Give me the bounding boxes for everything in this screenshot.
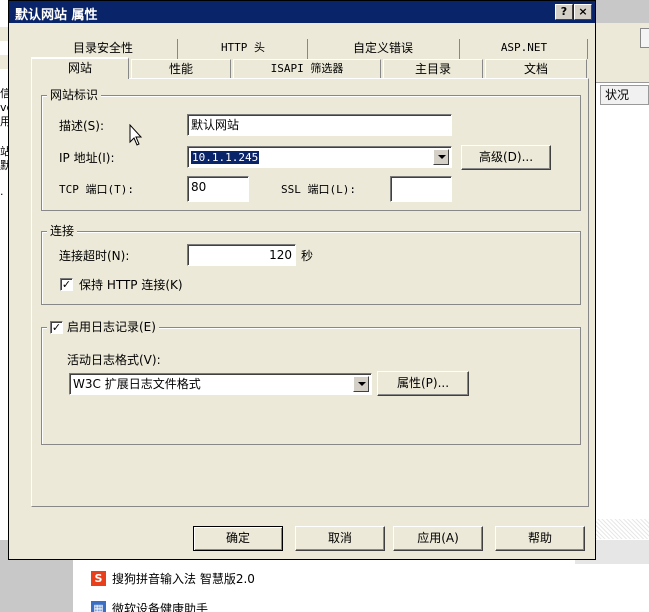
background-window-titlebar: [596, 0, 649, 23]
sogou-icon: S: [91, 570, 106, 586]
log-format-label: 活动日志格式(V):: [67, 353, 161, 367]
task-item-label: 搜狗拼音输入法 智慧版2.0: [112, 571, 255, 586]
background-toolbar: [596, 23, 649, 83]
tab-directory-security[interactable]: 目录安全性: [33, 39, 173, 59]
task-item-sogou[interactable]: S 搜狗拼音输入法 智慧版2.0: [91, 568, 255, 588]
background-toolbar-button[interactable]: [640, 28, 649, 48]
description-input[interactable]: 默认网站: [187, 114, 452, 136]
site-id-group-label: 网站标识: [47, 88, 102, 102]
tab-separator: [307, 39, 308, 59]
enable-logging-checkbox[interactable]: ✓: [50, 320, 63, 334]
connection-group-label: 连接: [47, 224, 78, 238]
dialog-title: 默认网站 属性: [15, 8, 98, 23]
ip-address-label: IP 地址(I):: [59, 151, 115, 165]
tab-isapi-filters[interactable]: ISAPI 筛选器: [233, 59, 381, 79]
close-button[interactable]: ×: [574, 4, 592, 20]
mouse-cursor-icon: [129, 124, 143, 146]
keepalive-label: 保持 HTTP 连接(K): [79, 278, 183, 292]
tcp-port-label: TCP 端口(T):: [59, 183, 134, 196]
task-item-label: 微软设备健康助手: [112, 601, 209, 612]
tab-documents[interactable]: 文档: [485, 59, 587, 79]
ip-address-combo[interactable]: 10.1.1.245: [187, 146, 452, 168]
tab-separator: [177, 39, 178, 59]
timeout-unit: 秒: [301, 249, 314, 263]
tab-performance[interactable]: 性能: [131, 59, 231, 79]
tab-separator: [587, 39, 588, 59]
tab-http-headers[interactable]: HTTP 头: [179, 39, 307, 59]
help-dialog-button[interactable]: 帮助: [495, 526, 585, 551]
log-format-value: W3C 扩展日志文件格式: [73, 377, 201, 391]
help-button[interactable]: ?: [555, 4, 573, 20]
background-scrollbar[interactable]: [596, 519, 649, 539]
ok-button[interactable]: 确定: [193, 526, 283, 551]
tab-home-directory[interactable]: 主目录: [383, 59, 483, 79]
enable-logging-label: 启用日志记录(E): [67, 320, 156, 334]
ssl-port-label: SSL 端口(L):: [281, 183, 356, 196]
logging-group-header: ✓ 启用日志记录(E): [47, 320, 159, 334]
ssl-port-input[interactable]: [390, 176, 452, 202]
timeout-label: 连接超时(N):: [59, 249, 130, 263]
connection-group: [41, 231, 581, 305]
chevron-down-icon[interactable]: [433, 149, 449, 165]
advanced-button[interactable]: 高级(D)...: [461, 145, 551, 170]
status-column-header[interactable]: 状况: [600, 85, 649, 105]
description-label: 描述(S):: [59, 119, 105, 133]
log-format-combo[interactable]: W3C 扩展日志文件格式: [69, 373, 372, 395]
chevron-down-icon[interactable]: [353, 376, 369, 392]
cancel-button[interactable]: 取消: [295, 526, 385, 551]
tcp-port-input[interactable]: 80: [187, 176, 249, 202]
tab-aspnet[interactable]: ASP.NET: [461, 39, 587, 59]
apply-button[interactable]: 应用(A): [393, 526, 483, 551]
task-item-health[interactable]: ▦ 微软设备健康助手: [91, 598, 208, 612]
app-icon: ▦: [91, 600, 106, 612]
background-window-right: 状况: [596, 23, 649, 540]
timeout-input[interactable]: 120: [187, 244, 296, 266]
tab-custom-errors[interactable]: 自定义错误: [309, 39, 457, 59]
tab-separator: [459, 39, 460, 59]
dialog-titlebar[interactable]: 默认网站 属性 ? ×: [9, 1, 595, 23]
ip-address-value: 10.1.1.245: [191, 151, 260, 164]
log-properties-button[interactable]: 属性(P)...: [377, 371, 469, 396]
properties-dialog: 默认网站 属性 ? × 目录安全性 HTTP 头 自定义错误 ASP.NET 网…: [8, 0, 596, 560]
tab-website[interactable]: 网站: [31, 57, 129, 79]
keepalive-checkbox[interactable]: ✓: [60, 278, 73, 291]
